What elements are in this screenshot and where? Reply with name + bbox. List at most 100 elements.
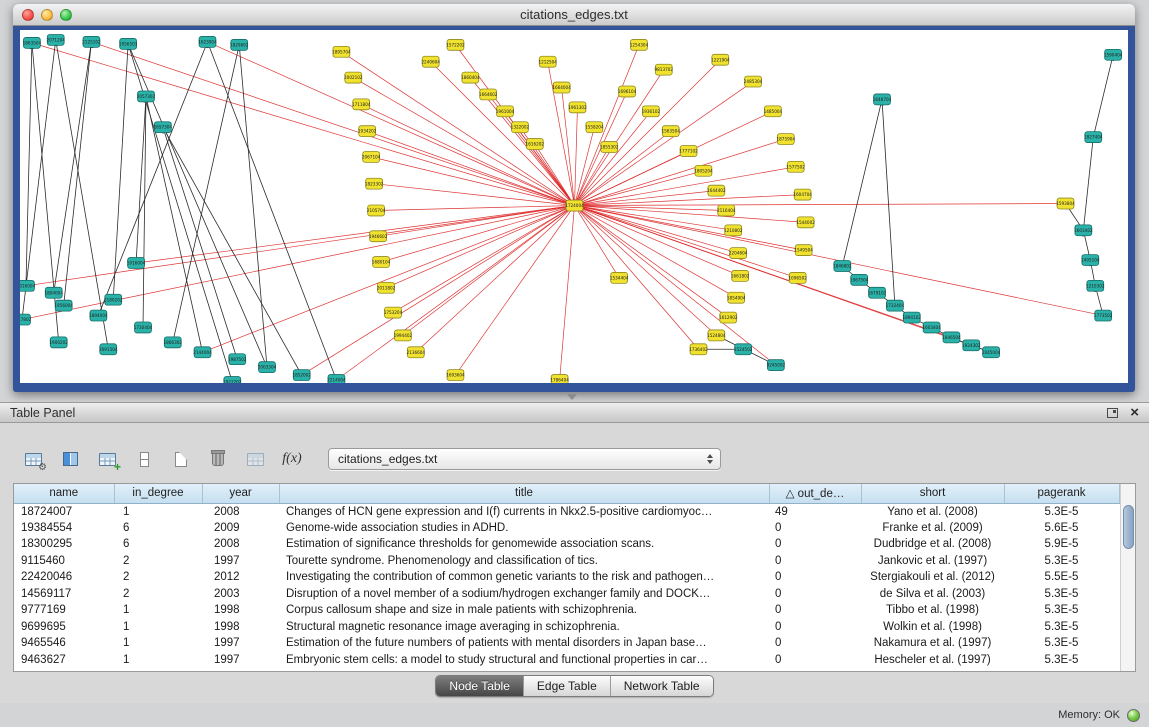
column-header-6[interactable]: pagerank (1004, 484, 1119, 503)
close-panel-icon[interactable]: × (1130, 407, 1139, 419)
graph-node[interactable]: 1680104 (372, 257, 391, 268)
graph-node[interactable]: 1664602 (479, 89, 498, 100)
table-row[interactable]: 2242004622012Investigating the contribut… (14, 569, 1119, 586)
tab-network-table[interactable]: Network Table (610, 676, 713, 696)
graph-node[interactable]: 1936102 (642, 106, 661, 117)
graph-node[interactable]: 1210302 (1086, 280, 1105, 291)
graph-node[interactable]: 1254304 (630, 39, 649, 50)
table-row[interactable]: 1938455462009Genome-wide association stu… (14, 520, 1119, 537)
graph-node[interactable]: 1855302 (600, 142, 619, 153)
table-row[interactable]: 1456911722003Disruption of a novel membe… (14, 586, 1119, 603)
graph-node[interactable]: 1544002 (796, 217, 815, 228)
graph-node[interactable]: 1956004 (54, 300, 73, 311)
table-row[interactable]: 1872400712008Changes of HCN gene express… (14, 503, 1119, 520)
column-header-3[interactable]: title (279, 484, 769, 503)
graph-node[interactable]: 1994402 (394, 330, 413, 341)
graph-node[interactable]: 1823302 (365, 178, 384, 189)
graph-node[interactable]: 1693604 (446, 370, 465, 381)
delete-table-icon[interactable] (207, 448, 229, 470)
table-row[interactable]: 1830029562008Estimation of significance … (14, 536, 1119, 553)
graph-node[interactable]: 2067104 (362, 151, 381, 162)
graph-node[interactable]: 1846802 (833, 261, 852, 272)
graph-node[interactable]: 1210802 (724, 225, 743, 236)
graph-node[interactable]: 1603404 (922, 322, 941, 333)
graph-node[interactable]: 2016004 (20, 280, 36, 291)
graph-node[interactable]: 1524502 (734, 344, 753, 355)
graph-node[interactable]: 1485004 (764, 106, 783, 117)
graph-node[interactable]: 2136604 (407, 347, 426, 358)
graph-node[interactable]: 1946602 (369, 231, 388, 242)
graph-node[interactable]: 2144004 (193, 347, 212, 358)
graph-node[interactable]: 1657304 (154, 122, 173, 133)
graph-node[interactable]: 2214004 (327, 375, 346, 383)
graph-node[interactable]: 1616202 (526, 139, 545, 150)
graph-node[interactable]: 1648704 (873, 94, 892, 105)
row-options-icon[interactable] (133, 448, 155, 470)
graph-node[interactable]: 1786404 (550, 375, 569, 383)
graph-node[interactable]: 2003304 (258, 362, 277, 373)
graph-node[interactable]: 1736402 (689, 344, 708, 355)
graph-node[interactable]: 1572202 (446, 39, 465, 50)
close-window-button[interactable] (22, 9, 34, 21)
graph-node[interactable]: 2180202 (104, 294, 123, 305)
graph-node[interactable]: 1534404 (610, 272, 629, 283)
graph-node[interactable]: 1894004 (89, 310, 108, 321)
table-row[interactable]: 969969511998Structural magnetic resonanc… (14, 619, 1119, 636)
column-header-0[interactable]: name (14, 484, 114, 503)
graph-node[interactable]: 1863504 (23, 37, 42, 48)
graph-node[interactable]: 1724004 (565, 200, 584, 211)
table-settings-icon[interactable]: ⚙ (22, 448, 44, 470)
graph-node[interactable]: 1753204 (384, 307, 403, 318)
graph-node[interactable]: 2091504 (99, 344, 118, 355)
column-visibility-icon[interactable] (59, 448, 81, 470)
function-builder-icon[interactable]: f(x) (281, 448, 303, 470)
table-row[interactable]: 977716911998Corpus callosum shape and si… (14, 602, 1119, 619)
table-row[interactable]: 946362711997Embryonic stem cells: a mode… (14, 652, 1119, 669)
graph-node[interactable]: 2002102 (344, 72, 363, 83)
table-row[interactable]: 946554611997Estimation of the future num… (14, 635, 1119, 652)
graph-node[interactable]: 2057302 (137, 91, 156, 102)
network-graph[interactable]: 1863504207120421251021956503162390418298… (20, 30, 1128, 383)
graph-node[interactable]: 1322002 (511, 122, 530, 133)
graph-node[interactable]: 1612902 (719, 312, 738, 323)
graph-node[interactable]: 1644402 (707, 185, 726, 196)
graph-node[interactable]: 1661802 (731, 270, 750, 281)
graph-node[interactable]: 2204604 (729, 248, 748, 259)
window-titlebar[interactable]: citations_edges.txt (13, 4, 1135, 26)
graph-node[interactable]: 2047802 (20, 314, 32, 325)
column-header-4[interactable]: △ out_de… (769, 484, 861, 503)
graph-node[interactable]: 9245002 (767, 360, 786, 371)
graph-node[interactable]: 1593804 (1056, 198, 1075, 209)
graph-node[interactable]: 1846504 (942, 332, 961, 343)
graph-node[interactable]: 1590404 (1104, 49, 1123, 60)
graph-node[interactable]: 1696104 (618, 86, 637, 97)
graph-node[interactable]: 1967504 (850, 274, 869, 285)
graph-node[interactable]: 2071204 (46, 34, 65, 45)
column-header-1[interactable]: in_degree (114, 484, 202, 503)
zoom-window-button[interactable] (60, 9, 72, 21)
graph-node[interactable]: 1934202 (358, 126, 377, 137)
graph-node[interactable]: 1405104 (1081, 255, 1100, 266)
graph-node[interactable]: 1096502 (788, 272, 807, 283)
graph-node[interactable]: 1623904 (198, 36, 217, 47)
panel-divider-handle[interactable] (567, 394, 577, 400)
network-canvas[interactable]: 1863504207120421251021956503162390418298… (20, 30, 1128, 383)
graph-node[interactable]: 1854904 (727, 292, 746, 303)
graph-node[interactable]: 1875904 (777, 134, 796, 145)
new-table-icon[interactable] (170, 448, 192, 470)
import-table-icon[interactable]: + (96, 448, 118, 470)
graph-node[interactable]: 1900202 (49, 337, 68, 348)
graph-node[interactable]: 1732404 (886, 300, 905, 311)
graph-node[interactable]: 1805204 (694, 165, 713, 176)
graph-node[interactable]: 1604704 (793, 189, 812, 200)
graph-node[interactable]: 1549504 (794, 245, 813, 256)
graph-node[interactable]: 2105704 (367, 205, 386, 216)
graph-node[interactable]: 1961004 (496, 106, 515, 117)
graph-node[interactable]: 1664004 (552, 82, 571, 93)
graph-node[interactable]: 1852002 (292, 370, 311, 381)
tab-node-table[interactable]: Node Table (436, 676, 523, 696)
graph-node[interactable]: 2485304 (744, 76, 763, 87)
float-panel-icon[interactable] (1107, 408, 1118, 418)
graph-node[interactable]: 1558204 (585, 122, 604, 133)
graph-node[interactable]: 1711804 (352, 99, 371, 110)
